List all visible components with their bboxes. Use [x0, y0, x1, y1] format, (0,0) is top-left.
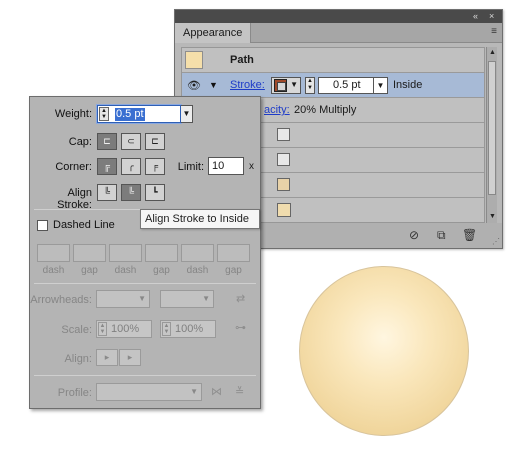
stroke-swatch-icon: [274, 79, 287, 92]
cap-label: Cap:: [68, 136, 92, 148]
weight-stepper[interactable]: ▲ ▼: [99, 107, 109, 121]
start-scale-value: 100%: [111, 323, 140, 335]
start-arrowhead-dropdown[interactable]: ▼: [96, 290, 150, 308]
align-outside-button[interactable]: ┗: [145, 184, 165, 201]
scale-stepper[interactable]: ▲ ▼: [162, 322, 171, 336]
trash-icon[interactable]: 🗑: [462, 228, 477, 242]
corner-label: Corner:: [55, 161, 92, 173]
dash-input[interactable]: [37, 244, 70, 262]
bevel-join-button[interactable]: ╒: [145, 158, 165, 175]
weight-label: Weight:: [54, 108, 92, 120]
stroke-panel: Weight: ▲ ▼ 0.5 pt ▼ Cap: ⊏ ⊂ ⊏ Corner: ╔…: [29, 96, 261, 409]
dash-input[interactable]: [109, 244, 142, 262]
flip-horizontal-icon[interactable]: ⋈: [211, 385, 222, 398]
swap-arrows-icon[interactable]: ⇄: [236, 292, 245, 305]
start-scale-input[interactable]: ▲ ▼ 100%: [96, 320, 152, 338]
dash-label: dash: [186, 265, 209, 276]
visibility-eye-icon[interactable]: 👁: [187, 79, 201, 92]
scale-stepper[interactable]: ▲ ▼: [98, 322, 107, 336]
appearance-scrollbar[interactable]: ▲ ▼: [486, 47, 497, 223]
gap-label: gap: [81, 265, 98, 276]
stroke-position-text: Inside: [393, 79, 423, 91]
dashed-line-label: Dashed Line: [53, 219, 115, 231]
gap-input[interactable]: [217, 244, 250, 262]
align-stroke-label: Align Stroke:: [57, 187, 92, 211]
dashed-line-checkbox[interactable]: [37, 220, 48, 231]
texture-effect-icon: [277, 128, 290, 141]
scroll-up-icon[interactable]: ▲: [487, 47, 498, 59]
tab-appearance[interactable]: Appearance: [175, 23, 252, 43]
close-icon[interactable]: ×: [489, 10, 494, 23]
weight-value: 0.5 pt: [115, 108, 145, 121]
arrowheads-label: Arrowheads:: [30, 294, 92, 306]
stroke-weight-value: 0.5 pt: [333, 79, 361, 91]
link-scale-icon[interactable]: ⊶: [235, 321, 246, 334]
stroke-row[interactable]: 👁 ▼ Stroke: ▼ ▲ ▼ 0.5 pt ▼ Inside: [182, 73, 484, 98]
chevron-down-icon: ▼: [290, 80, 298, 89]
limit-unit: x: [249, 161, 254, 172]
arrow-place-button[interactable]: ▸: [119, 349, 141, 366]
end-arrowhead-dropdown[interactable]: ▼: [160, 290, 214, 308]
resize-grip-icon[interactable]: ⋰: [492, 237, 500, 246]
align-inside-button[interactable]: ╚: [121, 184, 141, 201]
gap-input[interactable]: [145, 244, 178, 262]
flip-vertical-icon[interactable]: ≚: [235, 385, 244, 398]
dash-input[interactable]: [181, 244, 214, 262]
weight-dropdown-button[interactable]: ▼: [181, 105, 193, 123]
scale-label: Scale:: [61, 324, 92, 336]
butt-cap-button[interactable]: ⊏: [97, 133, 117, 150]
round-join-button[interactable]: ╭: [121, 158, 141, 175]
collapse-icon[interactable]: «: [473, 10, 478, 23]
align-center-button[interactable]: ╚: [97, 184, 117, 201]
profile-dropdown[interactable]: ▼: [96, 383, 202, 401]
miter-limit-input[interactable]: 10: [208, 157, 244, 175]
tooltip: Align Stroke to Inside: [140, 209, 260, 229]
gap-label: gap: [153, 265, 170, 276]
chevron-down-icon: ▼: [373, 78, 387, 93]
artwork-circle[interactable]: [299, 266, 469, 436]
scroll-down-icon[interactable]: ▼: [487, 211, 498, 223]
panel-menu-icon[interactable]: ≡: [491, 26, 497, 37]
round-cap-button[interactable]: ⊂: [121, 133, 141, 150]
divider: [34, 375, 256, 376]
opacity-value: 20% Multiply: [294, 104, 357, 116]
path-row[interactable]: Path: [182, 48, 484, 73]
stroke-color-swatch[interactable]: ▼: [271, 77, 301, 94]
chevron-down-icon: ▼: [202, 294, 210, 303]
fill-color-swatch[interactable]: [277, 203, 291, 217]
end-scale-input[interactable]: ▲ ▼ 100%: [160, 320, 216, 338]
duplicate-icon[interactable]: ⧉: [437, 228, 446, 243]
profile-label: Profile:: [57, 387, 92, 399]
no-symbol-icon[interactable]: ⊘: [409, 228, 419, 242]
expand-triangle-icon[interactable]: ▼: [209, 80, 218, 90]
miter-join-button[interactable]: ╔: [97, 158, 117, 175]
chevron-down-icon: ▼: [138, 294, 146, 303]
arrow-extend-button[interactable]: ▸: [96, 349, 118, 366]
chevron-down-icon: ▼: [190, 387, 198, 396]
gap-label: gap: [225, 265, 242, 276]
limit-label: Limit:: [177, 161, 204, 173]
opacity-link[interactable]: acity:: [264, 104, 290, 116]
path-thumbnail: [185, 51, 203, 69]
stroke-weight-dropdown[interactable]: 0.5 pt ▼: [318, 77, 388, 94]
end-scale-value: 100%: [175, 323, 204, 335]
panel-tab-bar: Appearance ≡: [175, 23, 502, 43]
projecting-cap-button[interactable]: ⊏: [145, 133, 165, 150]
radial-gradient-icon: [277, 178, 290, 191]
path-label: Path: [230, 54, 254, 66]
align-arrow-label: Align:: [64, 353, 92, 365]
weight-stepper[interactable]: ▲ ▼: [305, 77, 315, 94]
dash-label: dash: [42, 265, 65, 276]
scroll-thumb[interactable]: [488, 61, 496, 195]
divider: [34, 283, 256, 284]
stroke-link[interactable]: Stroke:: [230, 79, 265, 91]
weight-input[interactable]: ▲ ▼ 0.5 pt: [97, 105, 181, 123]
grain-effect-icon: [277, 153, 290, 166]
panel-title-bar[interactable]: « ×: [175, 10, 502, 23]
dash-label: dash: [114, 265, 137, 276]
gap-input[interactable]: [73, 244, 106, 262]
